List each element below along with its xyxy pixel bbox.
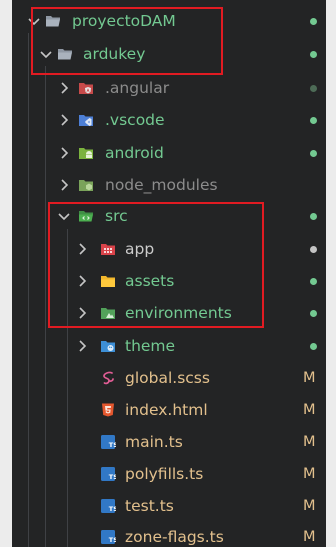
tree-item-label: global.scss [125, 369, 210, 387]
tree-item-label: index.html [125, 401, 208, 419]
tree-item-angular[interactable]: .angular [12, 72, 326, 104]
svg-text:TS: TS [109, 505, 116, 513]
tree-item-global-scss[interactable]: global.scss M [12, 362, 326, 394]
chevron-right-icon[interactable] [74, 338, 90, 354]
chevron-right-icon[interactable] [74, 273, 90, 289]
git-status-dot [310, 310, 317, 317]
folder-open-icon [57, 46, 73, 62]
tree-item-label: node_modules [105, 176, 218, 194]
tree-item-label: polyfills.ts [125, 465, 204, 483]
chevron-right-icon[interactable] [74, 305, 90, 321]
html-file-icon [100, 402, 116, 418]
src-folder-icon [78, 208, 94, 224]
git-status-dot [310, 85, 317, 92]
tree-item-label: test.ts [125, 497, 174, 515]
git-status-dot [310, 150, 317, 157]
tree-item-index-html[interactable]: index.html M [12, 394, 326, 426]
tree-item-label: zone-flags.ts [125, 528, 224, 546]
git-status-dot [310, 213, 317, 220]
tree-item-main-ts[interactable]: TS main.ts M [12, 426, 326, 458]
tree-item-label: main.ts [125, 433, 183, 451]
tree-item-label: theme [125, 337, 176, 355]
typescript-file-icon: TS [100, 498, 116, 514]
git-status-dot [310, 51, 317, 58]
chevron-right-icon[interactable] [56, 177, 72, 193]
typescript-file-icon: TS [100, 434, 116, 450]
tree-item-node-modules[interactable]: node_modules [12, 169, 326, 201]
theme-folder-icon [100, 338, 116, 354]
node-folder-icon [78, 177, 94, 193]
chevron-down-icon[interactable] [38, 46, 54, 62]
tree-item-label: environments [125, 304, 232, 322]
tree-item-environments[interactable]: environments [12, 297, 326, 329]
typescript-file-icon: TS [100, 466, 116, 482]
tree-item-label: assets [125, 272, 175, 290]
angular-folder-icon [78, 80, 94, 96]
folder-open-icon [45, 13, 61, 29]
tree-item-android[interactable]: android [12, 137, 326, 169]
tree-item-src[interactable]: src [12, 200, 326, 232]
assets-folder-icon [100, 273, 116, 289]
git-status-modified: M [303, 498, 316, 514]
svg-text:TS: TS [109, 473, 116, 481]
svg-text:TS: TS [109, 441, 116, 449]
git-status-modified: M [303, 466, 316, 482]
tree-item-test-ts[interactable]: TS test.ts M [12, 490, 326, 522]
chevron-right-icon[interactable] [56, 112, 72, 128]
tree-item-theme[interactable]: theme [12, 330, 326, 362]
tree-item-proyectodam[interactable]: proyectoDAM [12, 5, 326, 37]
git-status-modified: M [303, 529, 316, 545]
tree-item-label: src [105, 207, 128, 225]
app-folder-icon [100, 241, 116, 257]
tree-item-label: android [105, 144, 164, 162]
tree-item-label: proyectoDAM [72, 12, 176, 30]
tree-item-app[interactable]: app [12, 233, 326, 265]
typescript-file-icon: TS [100, 529, 116, 545]
tree-item-assets[interactable]: assets [12, 265, 326, 297]
chevron-down-icon[interactable] [26, 13, 42, 29]
svg-text:TS: TS [109, 536, 116, 544]
tree-item-zone-flags-ts[interactable]: TS zone-flags.ts M [12, 521, 326, 547]
chevron-right-icon[interactable] [56, 80, 72, 96]
git-status-dot [310, 278, 317, 285]
tree-item-label: .vscode [105, 111, 165, 129]
git-status-dot [310, 343, 317, 350]
tree-item-label: ardukey [83, 45, 146, 63]
vscode-folder-icon [78, 112, 94, 128]
tree-item-ardukey[interactable]: ardukey [12, 38, 326, 70]
tree-item-vscode[interactable]: .vscode [12, 104, 326, 136]
tree-item-label: app [125, 240, 155, 258]
git-status-dot [310, 18, 317, 25]
git-status-dot [310, 246, 317, 253]
chevron-right-icon[interactable] [56, 145, 72, 161]
tree-item-label: .angular [105, 79, 170, 97]
git-status-modified: M [303, 434, 316, 450]
environments-folder-icon [100, 305, 116, 321]
git-status-dot [310, 117, 317, 124]
chevron-down-icon[interactable] [56, 208, 72, 224]
git-status-modified: M [303, 402, 316, 418]
git-status-modified: M [303, 370, 316, 386]
file-explorer-tree: proyectoDAM ardukey .angular .vscode and… [12, 0, 326, 547]
tree-item-polyfills-ts[interactable]: TS polyfills.ts M [12, 458, 326, 490]
sass-file-icon [100, 370, 116, 386]
android-folder-icon [78, 145, 94, 161]
chevron-right-icon[interactable] [74, 241, 90, 257]
